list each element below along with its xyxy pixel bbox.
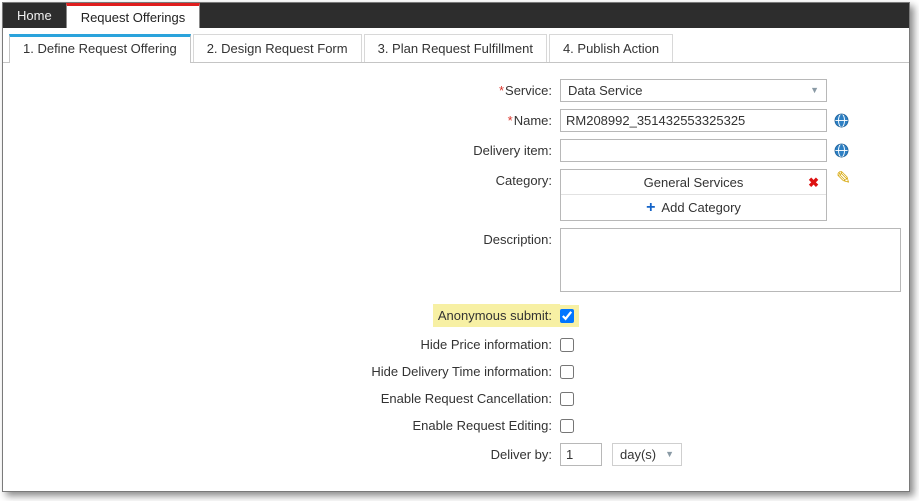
form-row-category: Category: General Services ✖ + Add Categ…	[3, 169, 909, 221]
anonymous-submit-label: Anonymous submit:	[438, 308, 552, 323]
enable-editing-label-cell: Enable Request Editing:	[3, 418, 560, 433]
form-row-enable-editing: Enable Request Editing:	[3, 418, 909, 433]
delivery-item-input[interactable]	[560, 139, 827, 162]
category-item: General Services ✖	[561, 170, 826, 195]
form-row-enable-cancellation: Enable Request Cancellation:	[3, 391, 909, 406]
deliver-by-label: Deliver by:	[491, 447, 552, 462]
service-selected-value: Data Service	[568, 83, 642, 98]
deliver-by-input[interactable]	[560, 443, 602, 466]
description-label: Description:	[483, 232, 552, 247]
chevron-down-icon: ▼	[665, 450, 674, 459]
tab-define-request-offering[interactable]: 1. Define Request Offering	[9, 34, 191, 63]
delivery-item-label: Delivery item:	[473, 143, 552, 158]
chevron-down-icon: ▼	[810, 86, 819, 95]
deliver-by-unit-value: day(s)	[620, 447, 656, 462]
description-textarea[interactable]	[560, 228, 901, 292]
globe-icon[interactable]	[834, 143, 849, 158]
service-select[interactable]: Data Service ▼	[560, 79, 827, 102]
category-label: Category:	[496, 173, 552, 188]
anonymous-label-cell: Anonymous submit:	[3, 304, 560, 327]
globe-icon[interactable]	[834, 113, 849, 128]
enable-cancellation-label: Enable Request Cancellation:	[381, 391, 552, 406]
form-row-anonymous-submit: Anonymous submit:	[3, 304, 909, 327]
tab-home[interactable]: Home	[3, 3, 66, 28]
anonymous-submit-checkbox[interactable]	[560, 309, 574, 323]
tab-request-offerings[interactable]: Request Offerings	[66, 3, 201, 28]
form-row-description: Description:	[3, 228, 909, 292]
hide-price-checkbox[interactable]	[560, 338, 574, 352]
tab-publish-action[interactable]: 4. Publish Action	[549, 34, 673, 62]
hide-delivery-time-checkbox[interactable]	[560, 365, 574, 379]
enable-cancellation-checkbox[interactable]	[560, 392, 574, 406]
define-request-offering-form: *Service: Data Service ▼ *Name:	[3, 63, 909, 466]
form-row-name: *Name:	[3, 109, 909, 132]
name-input[interactable]	[560, 109, 827, 132]
enable-cancellation-label-cell: Enable Request Cancellation:	[3, 391, 560, 406]
category-label-cell: Category:	[3, 169, 560, 188]
category-item-label: General Services	[644, 175, 744, 190]
service-label: Service:	[505, 83, 552, 98]
hide-price-label-cell: Hide Price information:	[3, 337, 560, 352]
name-label-cell: *Name:	[3, 113, 560, 128]
category-box: General Services ✖ + Add Category	[560, 169, 827, 221]
service-label-cell: *Service:	[3, 83, 560, 98]
hide-delivery-time-label: Hide Delivery Time information:	[371, 364, 552, 379]
top-navigation: Home Request Offerings	[3, 3, 909, 28]
hide-price-label: Hide Price information:	[421, 337, 553, 352]
form-row-delivery-item: Delivery item:	[3, 139, 909, 162]
hide-delivery-time-label-cell: Hide Delivery Time information:	[3, 364, 560, 379]
form-row-service: *Service: Data Service ▼	[3, 79, 909, 102]
wizard-tab-bar: 1. Define Request Offering 2. Design Req…	[3, 28, 909, 63]
edit-category-icon[interactable]: ✎	[836, 169, 851, 187]
form-row-hide-delivery-time: Hide Delivery Time information:	[3, 364, 909, 379]
required-asterisk: *	[499, 83, 504, 98]
add-category-label: Add Category	[661, 200, 741, 215]
add-category-button[interactable]: + Add Category	[561, 195, 826, 220]
description-label-cell: Description:	[3, 228, 560, 247]
deliver-by-label-cell: Deliver by:	[3, 447, 560, 462]
app-window: Home Request Offerings 1. Define Request…	[2, 2, 910, 492]
delivery-item-label-cell: Delivery item:	[3, 143, 560, 158]
enable-editing-label: Enable Request Editing:	[413, 418, 552, 433]
tab-design-request-form[interactable]: 2. Design Request Form	[193, 34, 362, 62]
plus-icon: +	[646, 200, 655, 216]
name-label: Name:	[514, 113, 552, 128]
enable-editing-checkbox[interactable]	[560, 419, 574, 433]
tab-plan-request-fulfillment[interactable]: 3. Plan Request Fulfillment	[364, 34, 547, 62]
deliver-by-unit-select[interactable]: day(s) ▼	[612, 443, 682, 466]
required-asterisk: *	[508, 113, 513, 128]
form-row-deliver-by: Deliver by: day(s) ▼	[3, 443, 909, 466]
remove-category-icon[interactable]: ✖	[808, 176, 819, 189]
form-row-hide-price: Hide Price information:	[3, 337, 909, 352]
